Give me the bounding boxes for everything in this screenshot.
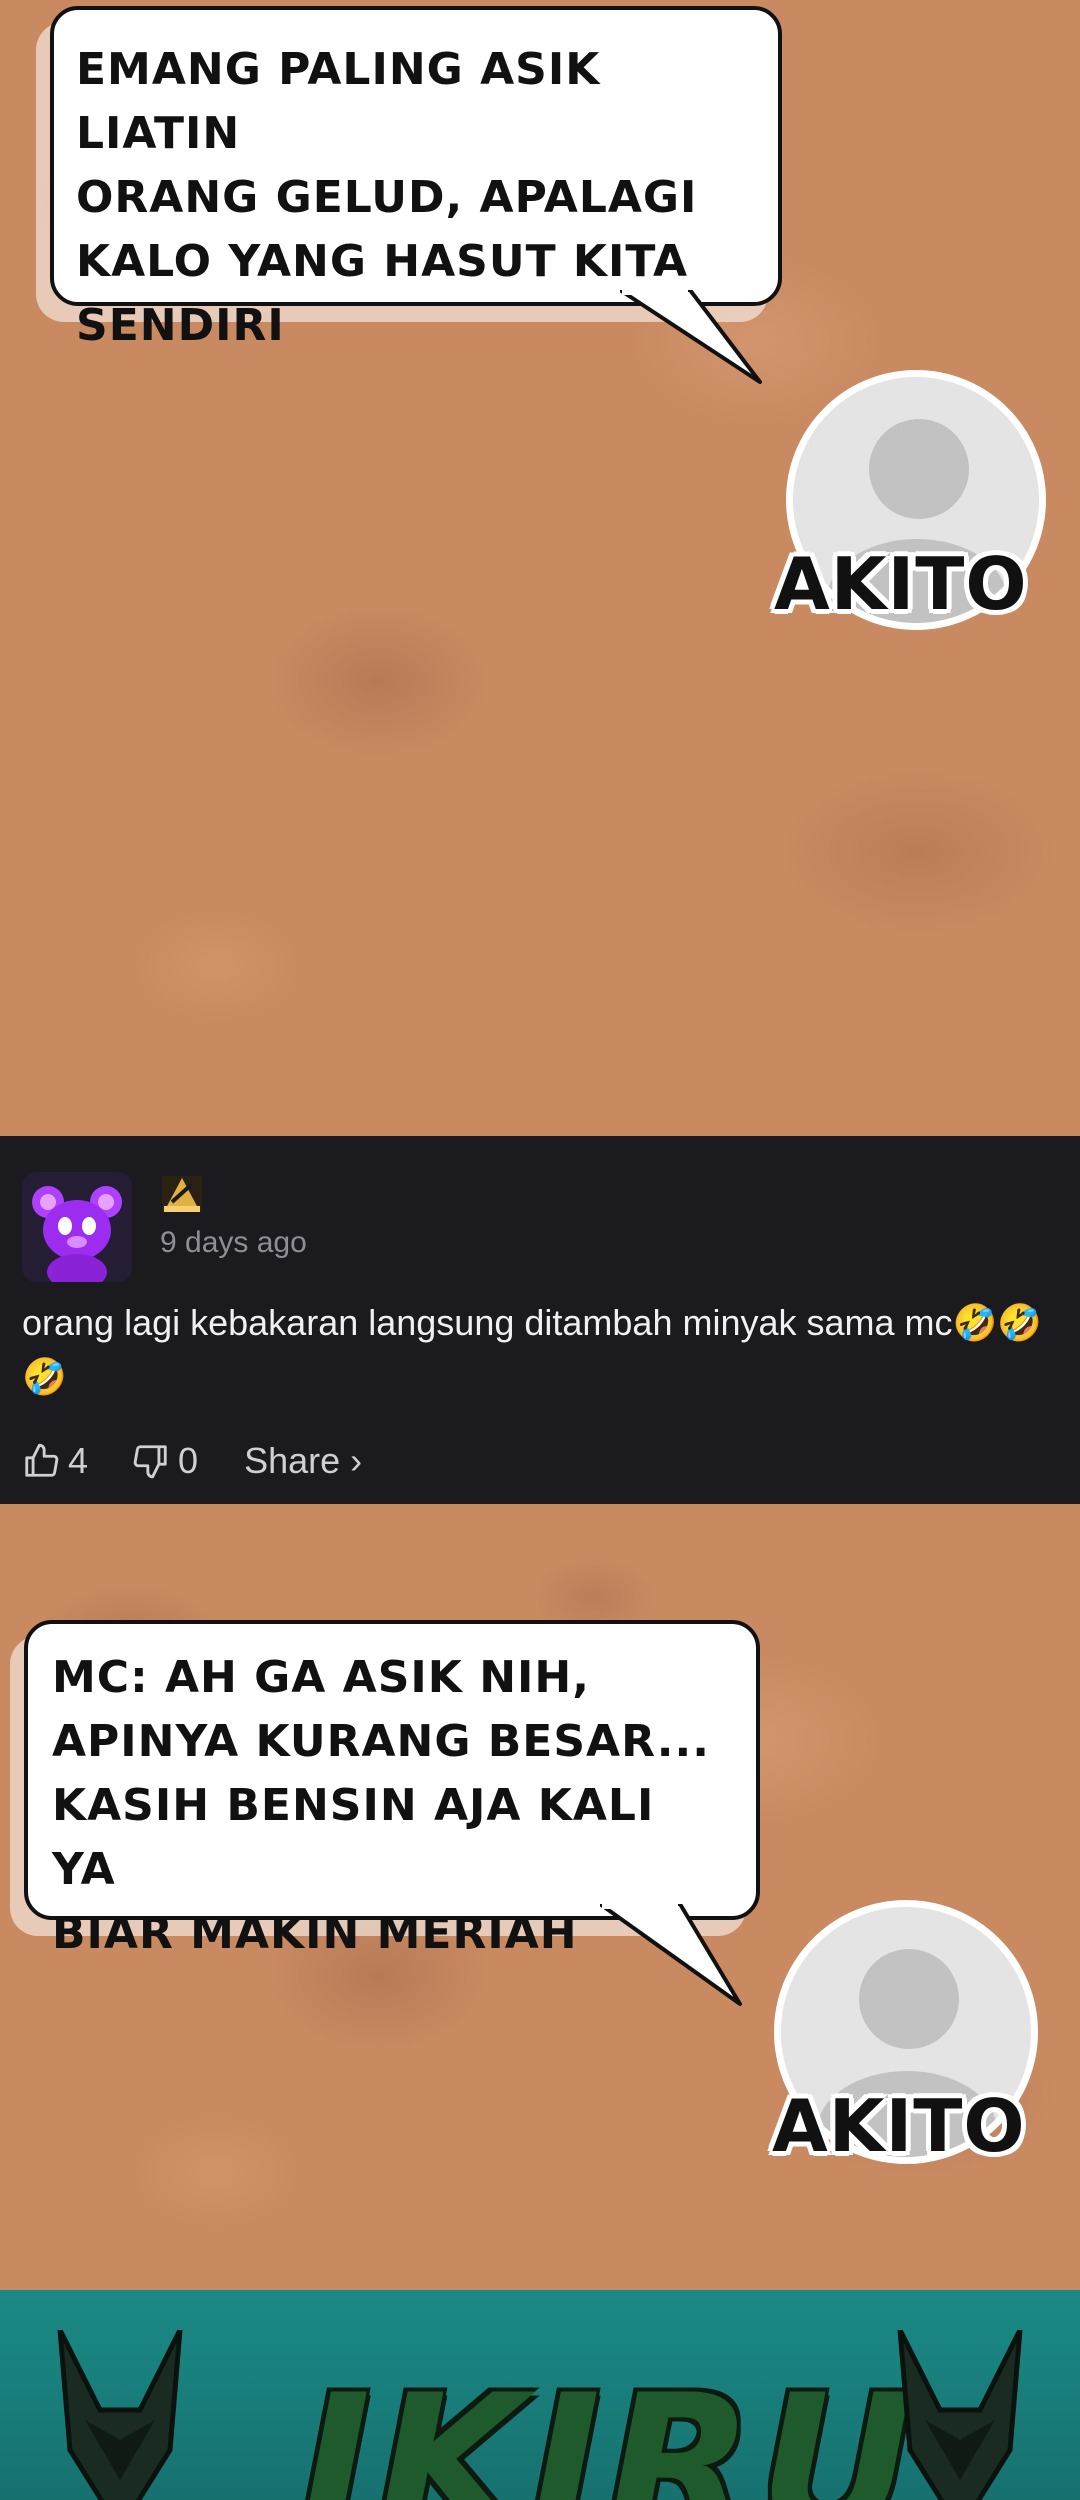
comment-text: orang lagi kebakaran langsung ditambah m…: [22, 1302, 1043, 1397]
thumbs-up-icon: [25, 1443, 59, 1477]
anubis-mask-icon: [57, 2330, 183, 2500]
comic-panel-2: MC: AH GA ASIK NIH, APINYA KURANG BESAR.…: [0, 1504, 1080, 2290]
comment-card: 9 days ago orang lagi kebakaran langsung…: [0, 1136, 1080, 1504]
dislike-button[interactable]: 0: [132, 1440, 198, 1482]
user-badge-icon: [160, 1172, 204, 1216]
speaker-name: AKITO: [774, 542, 1028, 626]
share-label: Share ›: [244, 1440, 363, 1481]
like-button[interactable]: 4: [22, 1440, 88, 1482]
series-banner: IKIRU: [0, 2290, 1080, 2500]
speech-bubble: EMANG PALING ASIK LIATIN ORANG GELUD, AP…: [50, 6, 782, 351]
comic-panel-1: EMANG PALING ASIK LIATIN ORANG GELUD, AP…: [0, 0, 1080, 1136]
speaker-name: AKITO: [772, 2084, 1026, 2168]
like-count: 4: [68, 1440, 89, 1481]
speech-bubble-tail: [620, 290, 762, 384]
purple-bear-avatar-icon[interactable]: [22, 1172, 132, 1282]
speech-bubble-tail: [600, 1904, 742, 2006]
comment-actions: 4 0 Share ›: [22, 1436, 362, 1486]
speech-bubble: MC: AH GA ASIK NIH, APINYA KURANG BESAR.…: [24, 1620, 760, 1959]
comment-timestamp: 9 days ago: [160, 1226, 307, 1259]
dislike-count: 0: [178, 1440, 199, 1481]
share-button[interactable]: Share ›: [244, 1440, 362, 1482]
thumbs-down-icon: [133, 1445, 167, 1479]
banner-title: IKIRU: [300, 2354, 920, 2500]
anubis-mask-icon: [897, 2330, 1023, 2500]
